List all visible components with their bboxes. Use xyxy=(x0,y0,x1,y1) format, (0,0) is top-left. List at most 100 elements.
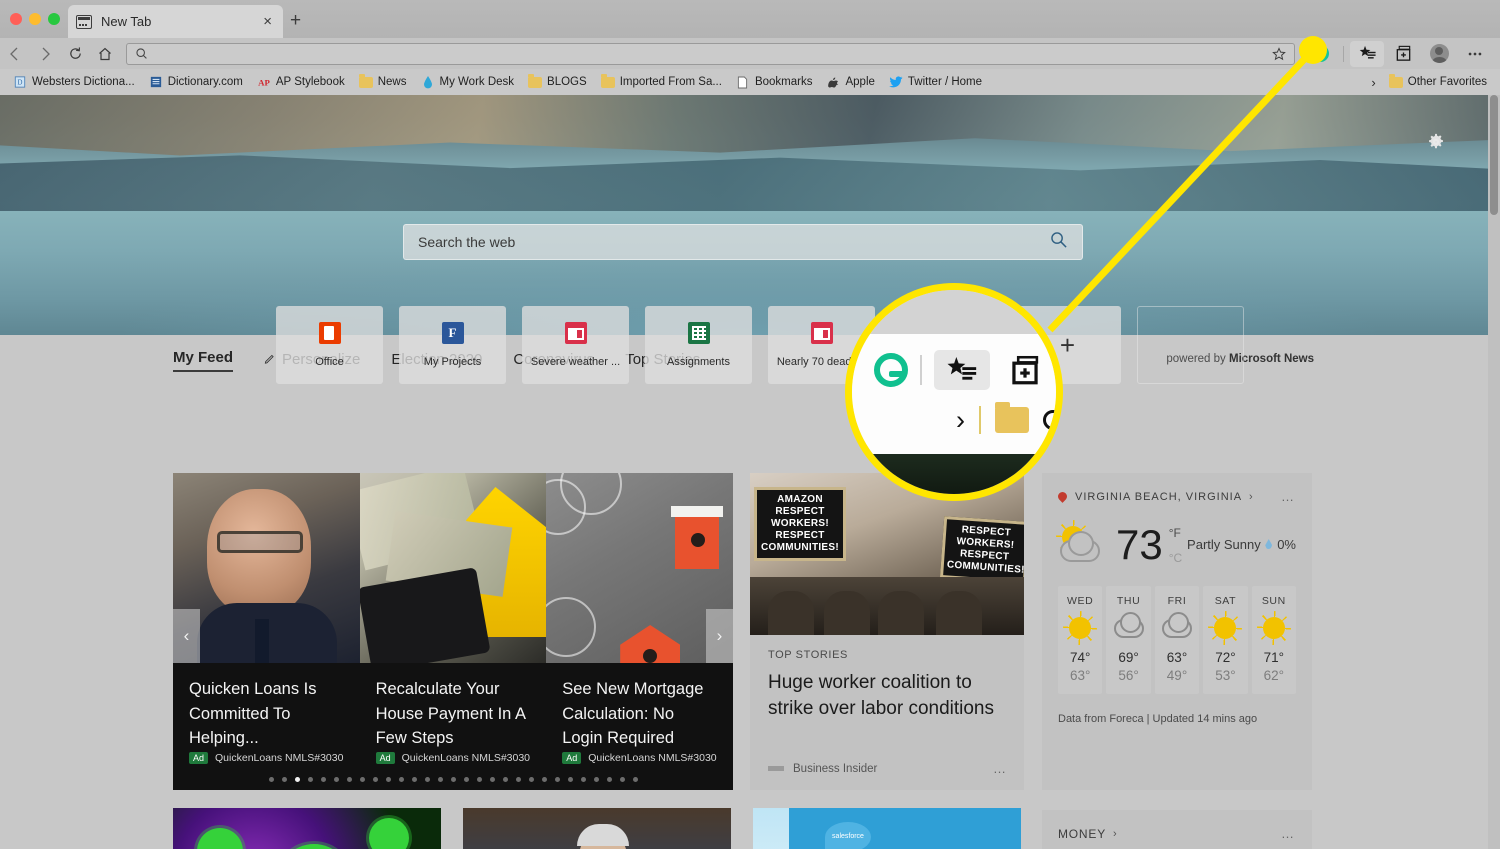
weather-more-button[interactable]: … xyxy=(1281,489,1296,504)
browser-tab[interactable]: New Tab × xyxy=(68,5,283,38)
carousel-dots[interactable] xyxy=(173,777,733,782)
unit-fahrenheit[interactable]: °F xyxy=(1169,526,1181,540)
carousel-dot[interactable] xyxy=(528,777,534,782)
carousel-dot[interactable] xyxy=(268,777,274,782)
carousel-dot[interactable] xyxy=(606,777,612,782)
weather-location[interactable]: VIRGINIA BEACH, VIRGINIA xyxy=(1075,491,1242,503)
tab-my-feed[interactable]: My Feed xyxy=(173,349,234,372)
top-story-card[interactable]: AMAZON RESPECT WORKERS! RESPECT COMMUNITIES!… xyxy=(750,473,1024,790)
politics-card[interactable] xyxy=(463,808,731,849)
carousel-dot[interactable] xyxy=(489,777,495,782)
search-input[interactable]: Search the web xyxy=(418,234,1049,250)
magnified-chevron-icon[interactable]: › xyxy=(956,406,965,434)
carousel-dot[interactable] xyxy=(333,777,339,782)
carousel-dot[interactable] xyxy=(294,777,300,782)
office-icon xyxy=(318,322,341,344)
bookmarks-overflow-chevron-icon[interactable]: › xyxy=(1365,75,1381,90)
carousel-dot[interactable] xyxy=(463,777,469,782)
carousel-dot[interactable] xyxy=(632,777,638,782)
carousel-dot[interactable] xyxy=(411,777,417,782)
close-window-button[interactable] xyxy=(10,13,22,25)
money-title[interactable]: MONEY xyxy=(1058,827,1106,841)
grammarly-extension-button[interactable] xyxy=(1303,41,1337,67)
carousel-dot[interactable] xyxy=(437,777,443,782)
bookmark-item[interactable]: News xyxy=(352,74,414,89)
carousel-dot[interactable] xyxy=(424,777,430,782)
quick-link-tile-assignments[interactable]: Assignments xyxy=(645,306,752,384)
quick-link-tile-my-projects[interactable]: F My Projects xyxy=(399,306,506,384)
carousel-dot[interactable] xyxy=(359,777,365,782)
top-story-headline[interactable]: Huge worker coalition to strike over lab… xyxy=(768,670,1006,722)
salesforce-ad-card[interactable]: salesforce LEADING THROUGH CHANGE xyxy=(753,808,1021,849)
page-icon: D xyxy=(13,76,27,89)
bookmark-item[interactable]: My Work Desk xyxy=(414,75,522,89)
web-search-box[interactable]: Search the web xyxy=(403,224,1083,260)
carousel-next-button[interactable]: › xyxy=(706,609,733,663)
search-icon[interactable] xyxy=(1049,230,1068,254)
bookmark-item[interactable]: Bookmarks xyxy=(729,76,820,89)
bookmark-item[interactable]: Dictionary.com xyxy=(142,76,250,89)
carousel-dot[interactable] xyxy=(450,777,456,782)
tab-label: My Feed xyxy=(173,349,234,366)
carousel-dot[interactable] xyxy=(372,777,378,782)
maximize-window-button[interactable] xyxy=(48,13,60,25)
bookmark-item[interactable]: AP AP Stylebook xyxy=(250,76,352,89)
top-story-more-button[interactable]: … xyxy=(993,761,1008,776)
bookmark-item[interactable]: BLOGS xyxy=(521,74,594,89)
bookmark-item[interactable]: Twitter / Home xyxy=(882,76,989,89)
carousel-dot[interactable] xyxy=(346,777,352,782)
carousel-item[interactable]: See New Mortgage Calculation: No Login R… xyxy=(546,663,733,790)
carousel-prev-button[interactable]: ‹ xyxy=(173,609,200,663)
ad-carousel[interactable]: Quicken Loans Is Committed To Helping...… xyxy=(173,473,733,790)
carousel-dot[interactable] xyxy=(307,777,313,782)
carousel-dot[interactable] xyxy=(515,777,521,782)
favorites-button[interactable] xyxy=(1350,40,1384,67)
magnified-collections-button[interactable] xyxy=(1002,350,1048,390)
quick-link-tile-office[interactable]: Office xyxy=(276,306,383,384)
quick-link-tile-severe-weather[interactable]: Severe weather ... xyxy=(522,306,629,384)
gear-icon[interactable] xyxy=(1427,133,1445,156)
carousel-dot[interactable] xyxy=(541,777,547,782)
carousel-dot[interactable] xyxy=(580,777,586,782)
back-arrow-icon[interactable] xyxy=(0,42,30,66)
chevron-right-icon[interactable]: › xyxy=(1249,491,1254,503)
weather-units[interactable]: °F °C xyxy=(1169,527,1182,564)
new-tab-button[interactable]: + xyxy=(290,11,301,30)
window-controls[interactable] xyxy=(10,13,60,25)
magnified-favorites-button[interactable] xyxy=(934,350,990,390)
add-favorite-icon[interactable] xyxy=(1272,46,1286,66)
bookmark-item[interactable]: Apple xyxy=(819,76,881,89)
close-tab-icon[interactable]: × xyxy=(260,14,275,29)
carousel-dot[interactable] xyxy=(398,777,404,782)
page-scrollbar[interactable] xyxy=(1488,95,1500,849)
carousel-dot[interactable] xyxy=(476,777,482,782)
carousel-item[interactable]: Recalculate Your House Payment In A Few … xyxy=(360,663,547,790)
carousel-dot[interactable] xyxy=(554,777,560,782)
home-icon[interactable] xyxy=(90,42,120,66)
carousel-dot[interactable] xyxy=(593,777,599,782)
minimize-window-button[interactable] xyxy=(29,13,41,25)
money-more-button[interactable]: … xyxy=(1281,826,1296,841)
quick-link-tiles: Office F My Projects Severe weather ... … xyxy=(276,306,1244,384)
grammarly-icon xyxy=(1311,45,1329,62)
reload-icon[interactable] xyxy=(60,42,90,66)
carousel-dot[interactable] xyxy=(619,777,625,782)
chevron-right-icon[interactable]: › xyxy=(1113,828,1117,840)
settings-and-more-button[interactable] xyxy=(1458,41,1492,67)
carousel-dot[interactable] xyxy=(502,777,508,782)
unit-celsius[interactable]: °C xyxy=(1169,552,1182,564)
address-bar[interactable] xyxy=(126,42,1295,66)
carousel-dot[interactable] xyxy=(567,777,573,782)
carousel-dot[interactable] xyxy=(281,777,287,782)
other-favorites-folder[interactable]: Other Favorites xyxy=(1382,74,1494,89)
bookmark-item[interactable]: D Websters Dictiona... xyxy=(6,76,142,89)
coronavirus-card[interactable] xyxy=(173,808,441,849)
forward-arrow-icon[interactable] xyxy=(30,42,60,66)
collections-button[interactable] xyxy=(1386,41,1420,67)
bookmark-item[interactable]: Imported From Sa... xyxy=(594,74,729,89)
scrollbar-thumb[interactable] xyxy=(1490,95,1498,215)
carousel-item[interactable]: Quicken Loans Is Committed To Helping...… xyxy=(173,663,360,790)
profile-button[interactable] xyxy=(1422,41,1456,67)
carousel-dot[interactable] xyxy=(385,777,391,782)
carousel-dot[interactable] xyxy=(320,777,326,782)
